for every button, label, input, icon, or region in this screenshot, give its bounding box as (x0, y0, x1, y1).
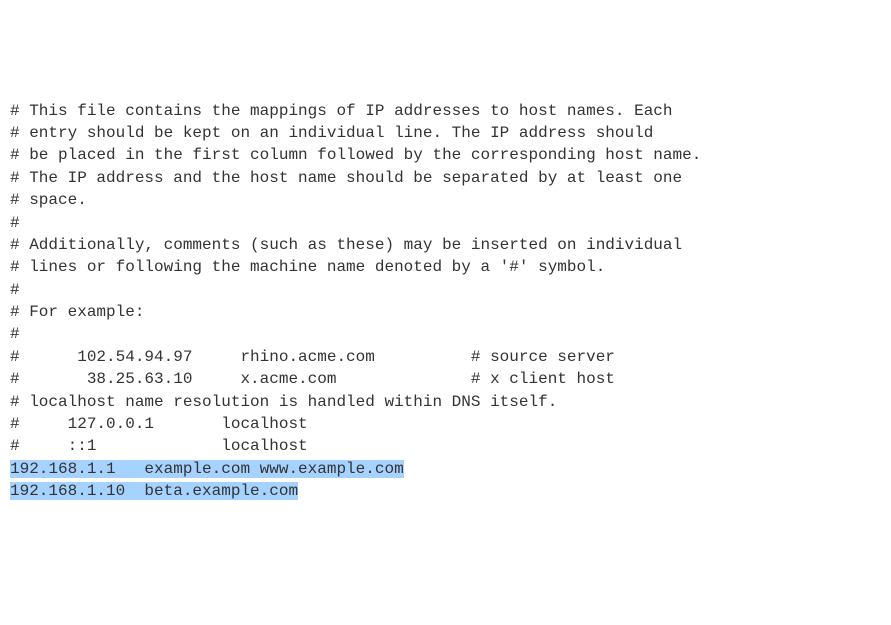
comment-line: # (10, 323, 881, 345)
comment-line: # localhost name resolution is handled w… (10, 391, 881, 413)
hosts-file-content: # This file contains the mappings of IP … (10, 100, 881, 503)
host-entry-line: 192.168.1.1 example.com www.example.com (10, 458, 881, 480)
comment-line: # The IP address and the host name shoul… (10, 167, 881, 189)
comment-line: # lines or following the machine name de… (10, 256, 881, 278)
example-entry-line: # 102.54.94.97 rhino.acme.com # source s… (10, 346, 881, 368)
comment-line: # (10, 279, 881, 301)
comment-line: # be placed in the first column followed… (10, 144, 881, 166)
comment-line: # entry should be kept on an individual … (10, 122, 881, 144)
highlighted-text: 192.168.1.1 example.com www.example.com (10, 460, 404, 478)
highlighted-text: 192.168.1.10 beta.example.com (10, 482, 298, 500)
comment-line: # (10, 212, 881, 234)
example-entry-line: # 38.25.63.10 x.acme.com # x client host (10, 368, 881, 390)
comment-line: # Additionally, comments (such as these)… (10, 234, 881, 256)
host-entry-line: 192.168.1.10 beta.example.com (10, 480, 881, 502)
localhost-entry-line: # 127.0.0.1 localhost (10, 413, 881, 435)
comment-line: # This file contains the mappings of IP … (10, 100, 881, 122)
localhost-entry-line: # ::1 localhost (10, 435, 881, 457)
comment-line: # For example: (10, 301, 881, 323)
comment-line: # space. (10, 189, 881, 211)
